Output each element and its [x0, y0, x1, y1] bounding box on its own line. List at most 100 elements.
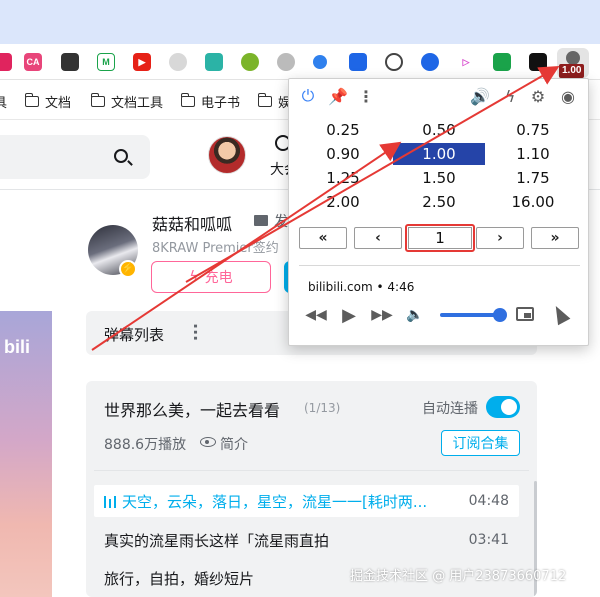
watermark: 掘金技术社区 @ 用户23873660712	[350, 569, 567, 584]
extensions-toolbar: CA M ▶ ▷	[0, 44, 600, 80]
extension-flower-icon[interactable]	[169, 53, 187, 71]
playlist-item-title: 旅行，自拍，婚纱短片	[104, 569, 255, 588]
extension-red-icon[interactable]	[0, 53, 12, 71]
speed-option[interactable]: 1.50	[393, 167, 485, 189]
speed-first-button[interactable]: «	[299, 227, 347, 249]
playlist-item-duration: 04:48	[468, 493, 509, 509]
extension-green-icon[interactable]	[241, 53, 259, 71]
rewind-icon[interactable]: ◀◀	[305, 305, 327, 325]
extension-blue-dot-icon[interactable]	[313, 55, 327, 69]
intro-link[interactable]: 简介	[220, 434, 248, 454]
speed-option[interactable]: 0.25	[297, 119, 389, 141]
extension-m-icon[interactable]: M	[97, 53, 115, 71]
extension-pink-icon[interactable]: CA	[24, 53, 42, 71]
charge-button[interactable]: ϟ 充电	[151, 261, 271, 293]
extension-dark-icon[interactable]	[61, 53, 79, 71]
play-icon[interactable]: ▶	[338, 305, 360, 326]
speed-next-button[interactable]: ›	[476, 227, 524, 249]
subscribe-collection-button[interactable]: 订阅合集	[441, 430, 520, 456]
folder-icon	[180, 93, 195, 107]
more-vertical-icon[interactable]: ⋮	[357, 87, 375, 106]
bookmark-folder-doc-tools[interactable]: 文档工具	[90, 92, 164, 111]
bookmark-label: 电子书	[201, 96, 241, 111]
extension-black-icon[interactable]	[529, 53, 547, 71]
header-avatar[interactable]	[208, 136, 246, 174]
playlist-item[interactable]: 天空，云朵，落日，星空，流星一一[耗时两... 04:48	[94, 485, 519, 517]
speed-extension-badge: 1.00	[559, 64, 585, 78]
popup-divider	[299, 265, 580, 266]
bookmark-folder-ebooks[interactable]: 电子书	[180, 92, 241, 111]
folder-icon	[257, 93, 272, 107]
bookmark-item[interactable]: 具	[0, 92, 7, 111]
cursor-icon[interactable]	[549, 302, 571, 326]
danmaku-title: 弹幕列表	[104, 326, 165, 344]
speed-option[interactable]: 1.10	[487, 143, 579, 165]
gear-icon[interactable]: ⚙	[529, 87, 547, 106]
speed-prev-button[interactable]: ‹	[354, 227, 402, 249]
extension-green-box-icon[interactable]	[493, 53, 511, 71]
extension-e-icon[interactable]	[421, 53, 439, 71]
playlist-item-title: 天空，云朵，落日，星空，流星一一[耗时两...	[122, 492, 428, 511]
speed-last-button[interactable]: »	[531, 227, 579, 249]
message-label[interactable]: 发	[274, 211, 288, 231]
playlist-item[interactable]: 真实的流星雨长这样「流星雨直拍 03:41	[94, 524, 519, 556]
speed-option[interactable]: 0.75	[487, 119, 579, 141]
bookmark-folder-ent[interactable]: 娱	[257, 92, 291, 111]
playlist-divider	[94, 470, 529, 471]
uploader-description: 8KRAW Premier签约	[152, 241, 279, 256]
speed-option[interactable]: 16.00	[487, 191, 579, 213]
speed-option[interactable]: 1.75	[487, 167, 579, 189]
volume-icon[interactable]: 🔈	[404, 305, 426, 325]
speed-option[interactable]: 2.00	[297, 191, 389, 213]
search-box[interactable]	[0, 135, 150, 179]
volume-slider[interactable]	[440, 313, 500, 317]
video-cover: bili	[0, 311, 52, 597]
eye-icon	[200, 437, 216, 447]
mail-icon[interactable]	[254, 215, 268, 226]
collection-title[interactable]: 世界那么美，一起去看看	[104, 397, 280, 421]
bookmark-folder-docs[interactable]: 文档	[24, 92, 72, 111]
github-icon[interactable]: ◉	[559, 87, 577, 106]
browser-tab-bar	[0, 0, 600, 44]
collection-count: (1/13)	[304, 401, 341, 415]
speed-controller-popup: ⏻ 📌 ⋮ 🔊 ϟ ⚙ ◉ 0.25 0.50 0.75 0.90 1.00 1.10 1.…	[288, 78, 589, 346]
folder-icon	[90, 93, 105, 107]
bookmark-label: 具	[0, 96, 8, 111]
playlist-item-duration: 03:41	[468, 532, 509, 548]
speed-option[interactable]: 1.00	[393, 143, 485, 165]
extension-video-icon[interactable]	[349, 53, 367, 71]
speed-option[interactable]: 2.50	[393, 191, 485, 213]
search-icon[interactable]	[114, 149, 128, 163]
now-playing-icon	[104, 495, 116, 508]
autoplay-label: 自动连播	[422, 401, 478, 417]
power-icon[interactable]: ⏻	[299, 86, 317, 105]
extension-gear-icon[interactable]	[277, 53, 295, 71]
charge-label: 充电	[204, 270, 233, 286]
fast-forward-icon[interactable]: ▶▶	[371, 305, 393, 325]
media-source: bilibili.com • 4:46	[308, 280, 415, 294]
bolt-icon: ϟ	[189, 269, 199, 285]
pin-icon[interactable]: 📌	[328, 87, 348, 106]
speed-extension-icon	[566, 51, 580, 65]
speed-option[interactable]: 0.50	[393, 119, 485, 141]
playlist-item-title: 真实的流星雨长这样「流星雨直拍	[104, 531, 330, 550]
uploader-name[interactable]: 菇菇和呱呱	[152, 211, 232, 235]
autoplay-toggle[interactable]	[486, 396, 520, 418]
extension-record-icon[interactable]	[385, 53, 403, 71]
picture-in-picture-icon[interactable]	[516, 307, 534, 321]
speed-option[interactable]: 1.25	[297, 167, 389, 189]
more-options-icon[interactable]: ···	[186, 323, 205, 341]
volume-slider-thumb[interactable]	[492, 308, 507, 322]
folder-icon	[24, 93, 39, 107]
speed-input[interactable]	[408, 227, 472, 249]
lightning-icon[interactable]: ϟ	[501, 87, 519, 106]
extension-teal-icon[interactable]	[205, 53, 223, 71]
bilibili-logo: bili	[4, 337, 30, 357]
extension-youtube-icon[interactable]: ▶	[133, 53, 151, 71]
bookmark-label: 文档	[45, 96, 72, 111]
speed-option[interactable]: 0.90	[297, 143, 389, 165]
view-count: 888.6万播放	[104, 437, 187, 453]
bookmark-label: 文档工具	[111, 96, 164, 111]
volume-icon[interactable]: 🔊	[470, 87, 490, 106]
extension-pink-arrow-icon[interactable]: ▷	[457, 53, 475, 71]
